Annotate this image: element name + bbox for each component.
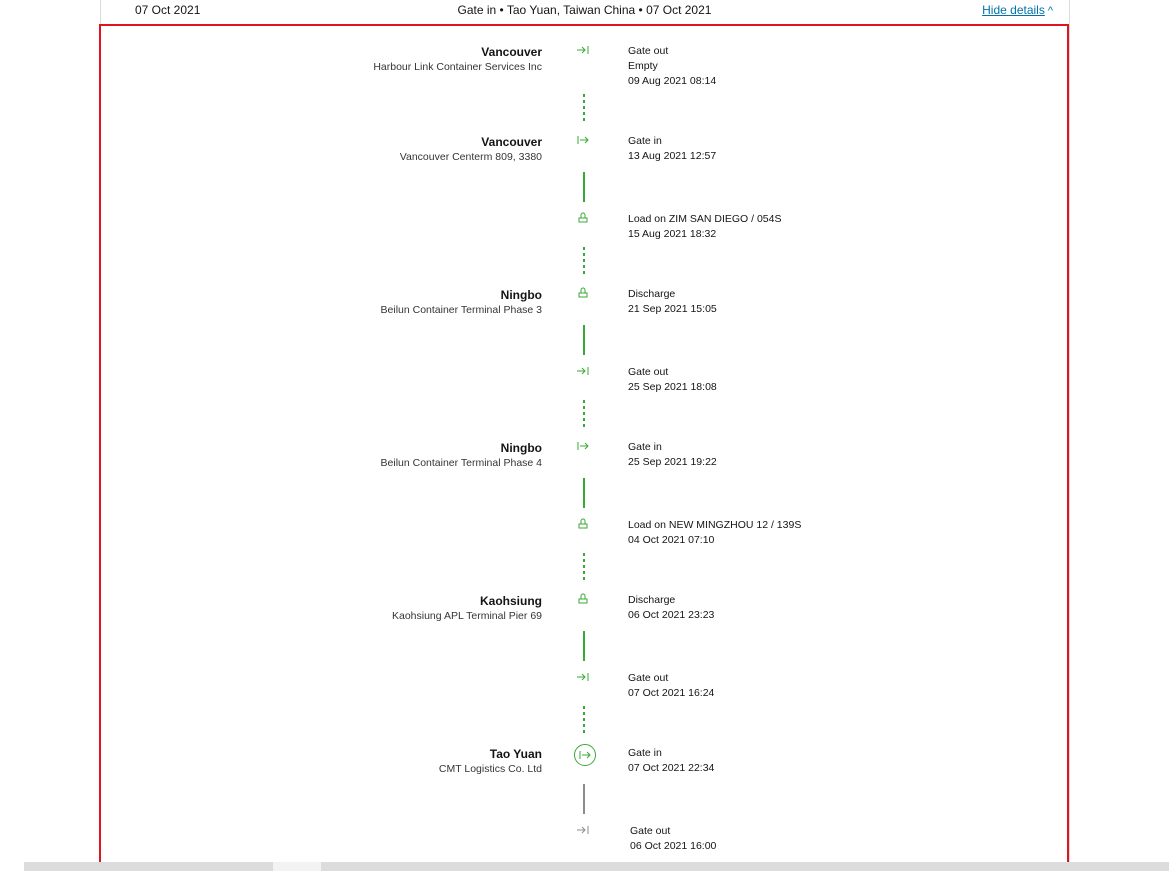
location-name: Ningbo [500,288,542,302]
event-time: 06 Oct 2021 23:23 [628,609,715,621]
step-location: Kaohsiung Kaohsiung APL Terminal Pier 69 [242,593,542,623]
location-name: Ningbo [500,441,542,455]
load-icon [576,517,593,534]
event-timeline: Vancouver Harbour Link Container Service… [0,0,1169,896]
horizontal-scrollbar[interactable] [24,862,1169,871]
event-info: Gate out Empty 09 Aug 2021 08:14 [628,44,716,89]
connector-solid [583,172,585,202]
event-type: Load on NEW MINGZHOU 12 / 139S [628,519,802,531]
event-type: Gate out [628,366,669,378]
bottom-area [0,871,1169,896]
event-info: Load on NEW MINGZHOU 12 / 139S 04 Oct 20… [628,518,801,548]
location-name: Vancouver [481,135,542,149]
event-time: 06 Oct 2021 16:00 [630,840,717,852]
page: 07 Oct 2021 Gate in • Tao Yuan, Taiwan C… [0,0,1169,896]
connector-dotted [583,553,585,583]
event-time: 07 Oct 2021 16:24 [628,687,715,699]
event-time: 04 Oct 2021 07:10 [628,534,715,546]
event-time: 25 Sep 2021 19:22 [628,456,717,468]
event-type: Gate in [628,441,662,453]
gate-out-icon [576,670,593,687]
event-info: Gate out 06 Oct 2021 16:00 [630,824,716,854]
event-type: Gate in [628,747,662,759]
gate-out-icon [576,43,593,60]
step-location: Tao Yuan CMT Logistics Co. Ltd [242,746,542,776]
event-time: 15 Aug 2021 18:32 [628,228,717,240]
event-type: Gate in [628,135,662,147]
event-info: Discharge 21 Sep 2021 15:05 [628,287,717,317]
gate-in-icon [574,744,596,766]
event-type: Discharge [628,594,676,606]
event-type: Gate out [628,672,669,684]
connector-future [583,784,585,814]
connector-dotted [583,94,585,124]
connector-dotted [583,400,585,430]
scrollbar-thumb[interactable] [273,862,321,871]
event-type: Gate out [630,825,671,837]
event-info: Gate in 07 Oct 2021 22:34 [628,746,714,776]
connector-solid [583,631,585,661]
terminal-name: Beilun Container Terminal Phase 4 [380,457,542,469]
event-info: Gate in 13 Aug 2021 12:57 [628,134,716,164]
load-icon [576,211,593,228]
event-time: 21 Sep 2021 15:05 [628,303,717,315]
event-detail: Empty [628,60,658,72]
event-info: Discharge 06 Oct 2021 23:23 [628,593,714,623]
connector-solid [583,478,585,508]
terminal-name: Harbour Link Container Services Inc [373,61,542,73]
terminal-name: Kaohsiung APL Terminal Pier 69 [391,610,542,622]
discharge-icon [576,592,593,609]
gate-in-icon [576,439,593,456]
connector-dotted [583,706,585,736]
event-info: Gate out 25 Sep 2021 18:08 [628,365,717,395]
event-info: Load on ZIM SAN DIEGO / 054S 15 Aug 2021… [628,212,782,242]
location-name: Kaohsiung [480,594,542,608]
location-name: Vancouver [481,45,542,59]
event-info: Gate in 25 Sep 2021 19:22 [628,440,717,470]
step-location: Vancouver Harbour Link Container Service… [242,44,542,74]
event-info: Gate out 07 Oct 2021 16:24 [628,671,714,701]
step-location: Vancouver Vancouver Centerm 809, 3380 [242,134,542,164]
event-type: Load on ZIM SAN DIEGO / 054S [628,213,782,225]
terminal-name: CMT Logistics Co. Ltd [438,763,542,775]
terminal-name: Vancouver Centerm 809, 3380 [399,151,542,163]
step-location: Ningbo Beilun Container Terminal Phase 4 [242,440,542,470]
step-location: Ningbo Beilun Container Terminal Phase 3 [242,287,542,317]
location-name: Tao Yuan [489,747,542,761]
event-type: Gate out [628,45,669,57]
event-time: 25 Sep 2021 18:08 [628,381,717,393]
event-time: 09 Aug 2021 08:14 [628,75,717,87]
event-time: 13 Aug 2021 12:57 [628,150,717,162]
connector-dotted [583,247,585,277]
gate-out-icon [576,823,593,840]
connector-solid [583,325,585,355]
event-type: Discharge [628,288,676,300]
gate-out-icon [576,364,593,381]
terminal-name: Beilun Container Terminal Phase 3 [380,304,542,316]
event-time: 07 Oct 2021 22:34 [628,762,715,774]
discharge-icon [576,286,593,303]
gate-in-icon [576,133,593,150]
